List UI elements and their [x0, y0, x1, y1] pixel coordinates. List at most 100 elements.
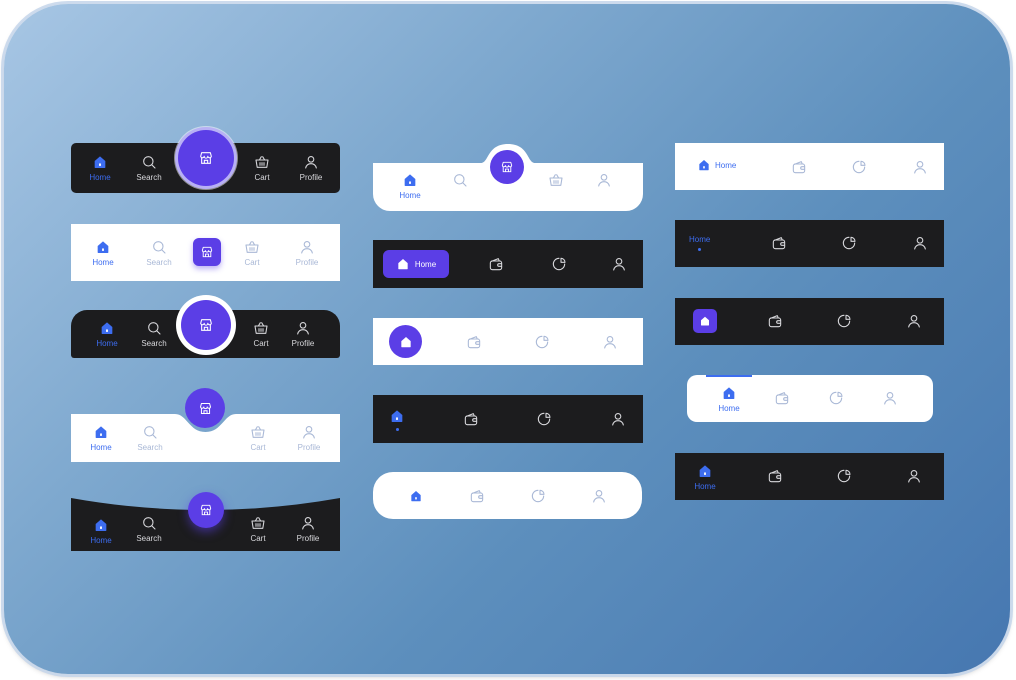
store-fab-button[interactable]: [185, 388, 225, 428]
tab-wallet[interactable]: [751, 223, 807, 263]
tab-chart[interactable]: [821, 223, 877, 263]
tab-search-label: Search: [136, 534, 162, 543]
tab-chart[interactable]: [816, 456, 872, 496]
tab-cart[interactable]: Cart: [230, 418, 286, 458]
wallet-icon: [791, 159, 807, 175]
tab-home-label: Home: [399, 191, 421, 200]
tab-wallet[interactable]: [449, 476, 505, 516]
tab-search[interactable]: Search: [126, 314, 182, 354]
tab-profile-label: Profile: [291, 339, 315, 348]
tab-search[interactable]: Search: [131, 233, 187, 273]
tabbar-light-square-fab: Home Search Cart Profile: [71, 224, 340, 281]
wallet-icon: [466, 334, 482, 350]
tab-profile-label: Profile: [297, 443, 321, 452]
home-icon: [697, 158, 711, 172]
cart-basket-icon: [250, 515, 266, 531]
tab-profile[interactable]: Profile: [283, 148, 339, 188]
search-icon: [141, 154, 157, 170]
tab-home[interactable]: [369, 399, 425, 439]
tab-home[interactable]: Home: [383, 250, 449, 278]
wallet-icon: [767, 468, 783, 484]
tab-profile[interactable]: [862, 378, 918, 418]
tab-profile[interactable]: Profile: [275, 314, 331, 354]
tab-home[interactable]: Home: [689, 235, 710, 251]
pie-chart-icon: [851, 159, 867, 175]
tab-home[interactable]: Home: [382, 166, 438, 206]
store-icon: [198, 401, 213, 416]
tab-home[interactable]: Home: [677, 457, 733, 497]
wallet-icon: [767, 313, 783, 329]
home-icon: [402, 172, 418, 188]
tab-profile[interactable]: [576, 160, 632, 200]
pie-chart-icon: [828, 390, 844, 406]
tab-search[interactable]: Search: [122, 418, 178, 458]
tab-profile[interactable]: [571, 476, 627, 516]
tab-cart[interactable]: Cart: [224, 233, 280, 273]
tab-wallet[interactable]: [443, 399, 499, 439]
tab-home[interactable]: [389, 325, 422, 358]
tab-chart[interactable]: [510, 476, 566, 516]
pie-chart-icon: [836, 468, 852, 484]
tab-profile[interactable]: [590, 399, 646, 439]
tab-home[interactable]: Home: [701, 379, 757, 419]
cart-basket-icon: [244, 239, 260, 255]
tab-chart[interactable]: [816, 301, 872, 341]
search-icon: [151, 239, 167, 255]
tab-profile[interactable]: [886, 456, 942, 496]
tabbar-dark-pill: Home: [373, 240, 643, 288]
tab-cart[interactable]: Cart: [230, 509, 286, 549]
tab-home[interactable]: [693, 309, 717, 333]
tab-chart[interactable]: [831, 147, 887, 187]
tab-home[interactable]: [388, 476, 444, 516]
cart-basket-icon: [254, 154, 270, 170]
tab-profile[interactable]: [582, 322, 638, 362]
tab-chart[interactable]: [531, 244, 587, 284]
tab-chart[interactable]: [516, 399, 572, 439]
tab-chart[interactable]: [808, 378, 864, 418]
tab-search[interactable]: Search: [121, 509, 177, 549]
tab-wallet[interactable]: [747, 301, 803, 341]
home-icon: [721, 385, 737, 401]
tab-wallet[interactable]: [771, 147, 827, 187]
store-fab-button[interactable]: [178, 130, 234, 186]
tab-home-label: Home: [89, 173, 111, 182]
profile-icon: [303, 154, 319, 170]
tab-profile[interactable]: Profile: [280, 509, 336, 549]
home-icon: [409, 489, 423, 503]
store-fab-button[interactable]: [193, 238, 221, 266]
tab-search[interactable]: Search: [121, 148, 177, 188]
store-icon: [199, 503, 213, 517]
home-icon: [99, 320, 115, 336]
wallet-icon: [469, 488, 485, 504]
tab-home-label: Home: [90, 443, 112, 452]
store-fab-button[interactable]: [188, 492, 224, 528]
tab-home[interactable]: Home: [72, 148, 128, 188]
tab-wallet[interactable]: [747, 456, 803, 496]
tab-profile[interactable]: [886, 301, 942, 341]
tab-cart[interactable]: Cart: [234, 148, 290, 188]
tab-home[interactable]: Home: [73, 418, 129, 458]
wallet-icon: [774, 390, 790, 406]
active-dot-indicator: [698, 248, 702, 251]
tab-chart[interactable]: [514, 322, 570, 362]
tab-wallet[interactable]: [446, 322, 502, 362]
tab-wallet[interactable]: [754, 378, 810, 418]
tab-profile[interactable]: [892, 223, 948, 263]
wallet-icon: [488, 256, 504, 272]
pie-chart-icon: [530, 488, 546, 504]
tab-profile[interactable]: Profile: [279, 233, 335, 273]
tab-home-label: Home: [96, 339, 118, 348]
tab-home-label: Home: [92, 258, 114, 267]
tab-profile[interactable]: [892, 147, 948, 187]
tab-profile[interactable]: [591, 244, 647, 284]
tab-home[interactable]: Home: [75, 233, 131, 273]
cart-basket-icon: [253, 320, 269, 336]
store-fab-button[interactable]: [181, 300, 231, 350]
tab-search[interactable]: [432, 160, 488, 200]
search-icon: [452, 172, 468, 188]
tab-cart-label: Cart: [244, 258, 260, 267]
tab-profile[interactable]: Profile: [281, 418, 337, 458]
tab-home[interactable]: Home: [697, 158, 736, 172]
store-fab-button[interactable]: [490, 150, 524, 184]
tab-wallet[interactable]: [468, 244, 524, 284]
